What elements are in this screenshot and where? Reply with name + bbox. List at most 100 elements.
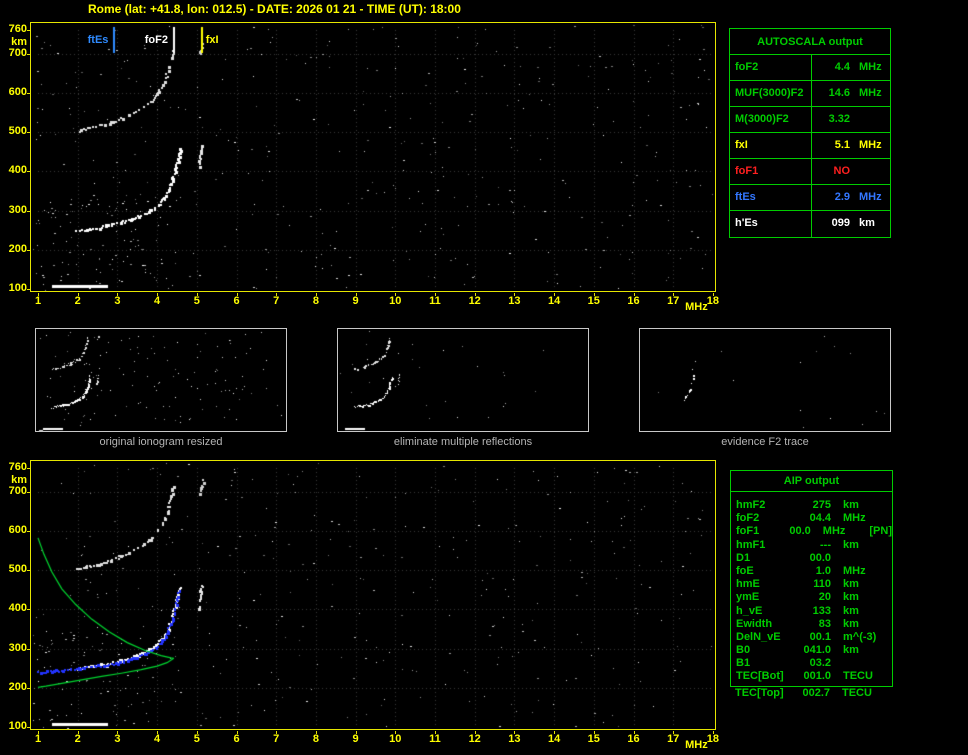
autoscala-row-M(3000)F2: M(3000)F2 3.32 <box>730 107 890 133</box>
x-axis-tick <box>514 731 516 734</box>
x-axis-tick-label: 4 <box>154 295 161 307</box>
x-axis-tick-label: 17 <box>667 733 680 745</box>
aip-row-hmE: hmE 110 km <box>731 578 892 591</box>
x-axis-tick <box>673 293 675 296</box>
aip-param-unit: km <box>843 644 859 657</box>
aip-param-label: foE <box>736 564 754 577</box>
x-axis-tick <box>315 731 317 734</box>
x-axis-tick <box>474 731 476 734</box>
y-axis-tick-label: 700 <box>8 46 27 59</box>
y-axis-tick-label: 200 <box>8 680 27 693</box>
aip-param-unit: km <box>843 617 859 630</box>
autoscala-row-foF1: foF1 NO <box>730 159 890 185</box>
autoscala-row-MUF(3000)F2: MUF(3000)F2 14.6 MHz <box>730 81 890 107</box>
aip-row-ymE: ymE 20 km <box>731 591 892 604</box>
y-axis-tick-label: 600 <box>8 523 27 536</box>
aip-param-value: 00.0 <box>809 551 831 564</box>
x-axis-tick-label: 7 <box>273 295 280 307</box>
aip-row-B1: B1 03.2 <box>731 657 892 670</box>
aip-param-value: 04.4 <box>809 512 831 525</box>
x-axis-tick-label: 13 <box>508 295 521 307</box>
parameter-value: 14.6 MHz <box>812 81 890 106</box>
parameter-value: 2.9 MHz <box>812 185 890 210</box>
x-axis-tick-label: 16 <box>627 733 640 745</box>
ionogram-plot-main <box>30 22 716 292</box>
x-axis-tick-label: 2 <box>74 295 81 307</box>
y-axis-tick-label: 500 <box>8 125 27 138</box>
aip-param-value: 1.0 <box>815 564 831 577</box>
value-number: 099 <box>831 217 850 229</box>
x-axis-tick-label: 12 <box>468 733 481 745</box>
x-axis-tick <box>355 731 357 734</box>
aip-param-value: 001.0 <box>803 670 831 683</box>
aip-param-label: foF2 <box>736 512 760 525</box>
aip-param-unit: km <box>843 604 859 617</box>
value-unit: MHz <box>859 191 882 203</box>
y-axis-tick <box>27 468 30 469</box>
y-axis-tick <box>27 530 30 532</box>
x-axis-tick <box>196 731 198 734</box>
legend-fxI-label: fxI <box>205 34 219 46</box>
aip-param-value: 20 <box>818 591 831 604</box>
y-axis-tick <box>27 171 30 173</box>
x-axis-tick-label: 1 <box>34 295 42 307</box>
y-axis-tick-label: 200 <box>8 242 27 255</box>
aip-param-unit: MHz <box>843 564 866 577</box>
aip-param-label: hmF1 <box>736 538 766 551</box>
autoscala-row-h'Es: h'Es 099 km <box>730 211 890 237</box>
x-axis-tick <box>77 293 79 296</box>
aip-param-value: 83 <box>818 617 831 630</box>
aip-row-B0: B0 041.0 km <box>731 644 892 657</box>
aip-param-flag: [PN] <box>869 525 892 538</box>
aip-param-unit: km <box>843 591 859 604</box>
autoscala-app-window: Rome (lat: +41.8, lon: 012.5) - DATE: 20… <box>0 0 968 755</box>
x-axis-tick-label: 14 <box>547 295 561 307</box>
aip-param-unit: km <box>843 538 859 551</box>
aip-param-unit: km <box>843 499 859 511</box>
x-axis-tick <box>474 293 476 296</box>
x-axis-tick <box>633 293 635 296</box>
y-axis-tick-label: 700 <box>8 484 27 497</box>
aip-row-foF2: foF2 04.4 MHz <box>731 512 892 525</box>
parameter-label: fxI <box>730 133 812 158</box>
x-axis-tick-label: 6 <box>233 733 240 745</box>
x-axis-tick <box>395 293 397 296</box>
x-axis-tick-label: 15 <box>587 733 600 745</box>
y-axis-tick <box>27 249 30 251</box>
aip-param-unit: TECU <box>842 687 872 699</box>
aip-param-value: --- <box>820 538 831 551</box>
legend-ftEs-label: ftEs <box>87 34 109 46</box>
x-axis-tick-label: 8 <box>312 733 319 745</box>
aip-param-unit: km <box>843 578 859 591</box>
aip-param-label: B0 <box>736 644 751 657</box>
x-axis-tick <box>276 731 278 734</box>
x-axis-tick-label: 11 <box>429 295 441 307</box>
aip-row-TEC[Bot]: TEC[Bot] 001.0 TECU <box>731 670 892 683</box>
thumbnail-caption-original: original ionogram resized <box>99 436 223 448</box>
x-axis-tick-label: 1 <box>34 733 42 745</box>
aip-param-unit: MHz <box>843 512 866 525</box>
y-axis-tick-label: 400 <box>8 164 27 177</box>
parameter-value: NO <box>812 159 890 184</box>
x-axis-tick-label: 9 <box>352 733 359 745</box>
aip-param-value: 002.7 <box>802 687 830 699</box>
aip-param-label: Ewidth <box>736 617 773 630</box>
parameter-label: M(3000)F2 <box>730 107 812 132</box>
x-axis-tick-label: 5 <box>193 733 200 745</box>
x-axis-tick <box>117 731 119 734</box>
x-axis-tick <box>38 731 39 734</box>
autoscala-row-fxI: fxI 5.1 MHz <box>730 133 890 159</box>
parameter-value: 3.32 <box>812 107 890 132</box>
x-axis-tick-label: 4 <box>154 733 161 745</box>
aip-row-TEC[Top]: TEC[Top] 002.7 TECU <box>730 687 893 700</box>
x-axis-tick-label: 3 <box>114 733 121 745</box>
aip-row-foE: foE 1.0 MHz <box>731 565 892 578</box>
parameter-value: 4.4 MHz <box>812 55 890 80</box>
aip-row-D1: D1 00.0 <box>731 552 892 565</box>
parameter-value: 5.1 MHz <box>812 133 890 158</box>
x-axis-tick <box>435 293 436 296</box>
parameter-label: foF2 <box>730 55 812 80</box>
y-axis-tick-label: 500 <box>8 563 27 576</box>
autoscala-table-title: AUTOSCALA output <box>730 29 890 55</box>
y-axis-tick-label: 300 <box>8 203 27 216</box>
